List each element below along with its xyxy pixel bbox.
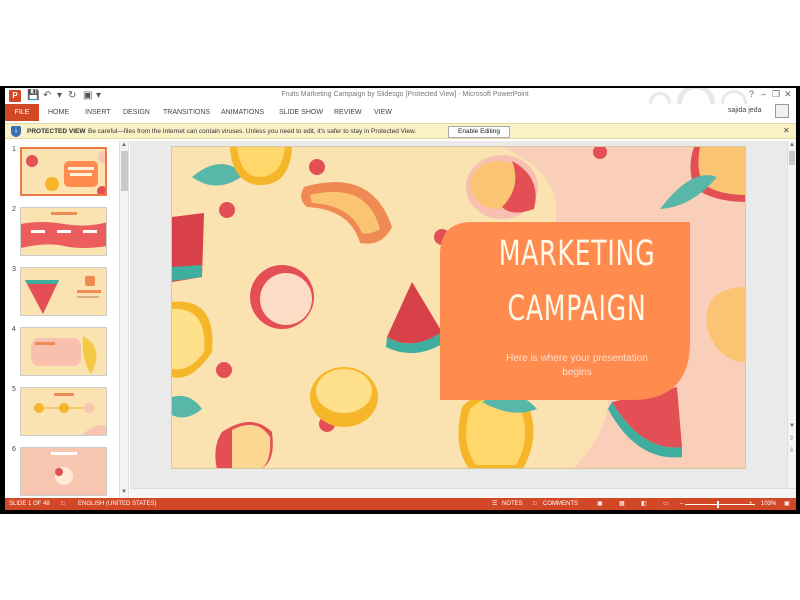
current-slide[interactable]: MARKETING CAMPAIGN Here is where your pr…	[171, 146, 746, 469]
slide-thumbnail-2[interactable]	[20, 207, 107, 256]
customize-toolbar-icon[interactable]: ▾	[96, 90, 101, 102]
restore-button[interactable]: ❐	[772, 89, 780, 100]
slide-thumbnail-4[interactable]	[20, 327, 107, 376]
comments-button[interactable]: COMMENTS	[543, 501, 578, 508]
undo-icon[interactable]: ↶	[43, 90, 51, 102]
zoom-out-icon[interactable]: –	[680, 501, 683, 508]
redo-icon[interactable]: ↻	[68, 90, 76, 102]
spell-check-icon[interactable]: □	[61, 501, 65, 508]
screen-frame: P 💾 ↶ ▾ ↻ ▣ ▾ Fruits Marketing Campaign …	[0, 86, 800, 514]
shield-icon: i	[11, 126, 21, 137]
slide-show-icon[interactable]: ▭	[663, 501, 669, 508]
notes-button[interactable]: NOTES	[502, 501, 523, 508]
window-title: Fruits Marketing Campaign by Slidesgo [P…	[281, 91, 529, 98]
slide-thumbnail-5[interactable]	[20, 387, 107, 436]
editor-scrollbar[interactable]: ▲ ▼ ⇧ ⇩	[787, 141, 796, 488]
thumbnail-number: 2	[12, 206, 16, 213]
tab-file[interactable]: FILE	[5, 104, 39, 121]
tab-slide-show[interactable]: SLIDE SHOW	[279, 104, 323, 121]
next-slide-icon[interactable]: ⇩	[789, 447, 794, 454]
enable-editing-button[interactable]: Enable Editing	[448, 126, 510, 138]
thumbnail-number: 4	[12, 326, 16, 333]
tab-home[interactable]: HOME	[48, 104, 69, 121]
thumbnail-number: 5	[12, 386, 16, 393]
close-icon[interactable]: ✕	[783, 126, 790, 135]
normal-view-icon[interactable]: ▣	[597, 501, 603, 508]
notes-icon[interactable]: ☰	[492, 501, 497, 508]
comments-icon[interactable]: □	[533, 501, 537, 508]
slide-title[interactable]: MARKETING CAMPAIGN	[494, 227, 660, 337]
thumbnail-number: 1	[12, 146, 16, 153]
start-from-beginning-icon[interactable]: ▣	[83, 90, 92, 102]
help-button[interactable]: ?	[749, 89, 754, 99]
slide-subtitle[interactable]: Here is where your presentation begins	[502, 352, 652, 380]
slide-thumbnails-pane: 1 2 3 4 5 6 ▲ ▼	[5, 141, 129, 498]
slide-counter: SLIDE 1 OF 48	[9, 501, 50, 507]
tab-insert[interactable]: INSERT	[85, 104, 111, 121]
slide-thumbnail-1[interactable]	[20, 147, 107, 196]
scrollbar-handle[interactable]	[121, 151, 128, 191]
avatar[interactable]	[775, 104, 789, 118]
powerpoint-window: P 💾 ↶ ▾ ↻ ▣ ▾ Fruits Marketing Campaign …	[5, 88, 796, 510]
zoom-slider[interactable]	[685, 504, 755, 505]
tab-animations[interactable]: ANIMATIONS	[221, 104, 264, 121]
title-bar: P 💾 ↶ ▾ ↻ ▣ ▾ Fruits Marketing Campaign …	[5, 88, 796, 120]
thumbnail-scrollbar[interactable]: ▲ ▼	[119, 141, 128, 498]
tab-transitions[interactable]: TRANSITIONS	[163, 104, 210, 121]
zoom-level[interactable]: 103%	[761, 501, 776, 508]
scrollbar-handle[interactable]	[789, 151, 795, 165]
scroll-up-icon[interactable]: ▲	[789, 142, 795, 148]
user-name[interactable]: sajida jeda	[728, 107, 761, 114]
previous-slide-icon[interactable]: ⇧	[789, 435, 794, 442]
notes-pane[interactable]	[130, 488, 796, 498]
fit-slide-icon[interactable]: ▣	[784, 501, 790, 508]
chevron-down-icon[interactable]: ▾	[57, 90, 62, 102]
powerpoint-logo-icon: P	[9, 90, 21, 102]
tab-review[interactable]: REVIEW	[334, 104, 362, 121]
ribbon-tabs: FILE HOME INSERT DESIGN TRANSITIONS ANIM…	[5, 104, 796, 121]
slide-title-line-2: CAMPAIGN	[507, 289, 647, 329]
thumbnail-number: 6	[12, 446, 16, 453]
protected-view-message: Be careful—files from the Internet can c…	[88, 128, 417, 135]
scroll-down-icon[interactable]: ▼	[121, 489, 127, 495]
scroll-up-icon[interactable]: ▲	[121, 142, 127, 148]
thumbnail-number: 3	[12, 266, 16, 273]
save-icon[interactable]: 💾	[27, 90, 39, 102]
protected-view-bar: i PROTECTED VIEW Be careful—files from t…	[5, 123, 796, 139]
close-button[interactable]: ✕	[784, 89, 792, 100]
slide-title-line-1: MARKETING	[498, 234, 656, 274]
tab-view[interactable]: VIEW	[374, 104, 392, 121]
slide-thumbnail-3[interactable]	[20, 267, 107, 316]
zoom-in-icon[interactable]: +	[749, 501, 753, 508]
slide-sorter-icon[interactable]: ▦	[619, 501, 625, 508]
tab-design[interactable]: DESIGN	[123, 104, 150, 121]
slide-illustration	[172, 147, 745, 468]
language-indicator[interactable]: ENGLISH (UNITED STATES)	[78, 501, 156, 508]
zoom-slider-handle[interactable]	[717, 501, 719, 508]
slide-editor: MARKETING CAMPAIGN Here is where your pr…	[130, 141, 796, 498]
protected-view-title: PROTECTED VIEW	[27, 128, 86, 135]
reading-view-icon[interactable]: ◧	[641, 501, 647, 508]
slide-thumbnail-6[interactable]	[20, 447, 107, 496]
scroll-down-icon[interactable]: ▼	[789, 423, 795, 429]
minimize-button[interactable]: –	[761, 89, 766, 99]
status-bar: SLIDE 1 OF 48 □ ENGLISH (UNITED STATES) …	[5, 498, 796, 510]
